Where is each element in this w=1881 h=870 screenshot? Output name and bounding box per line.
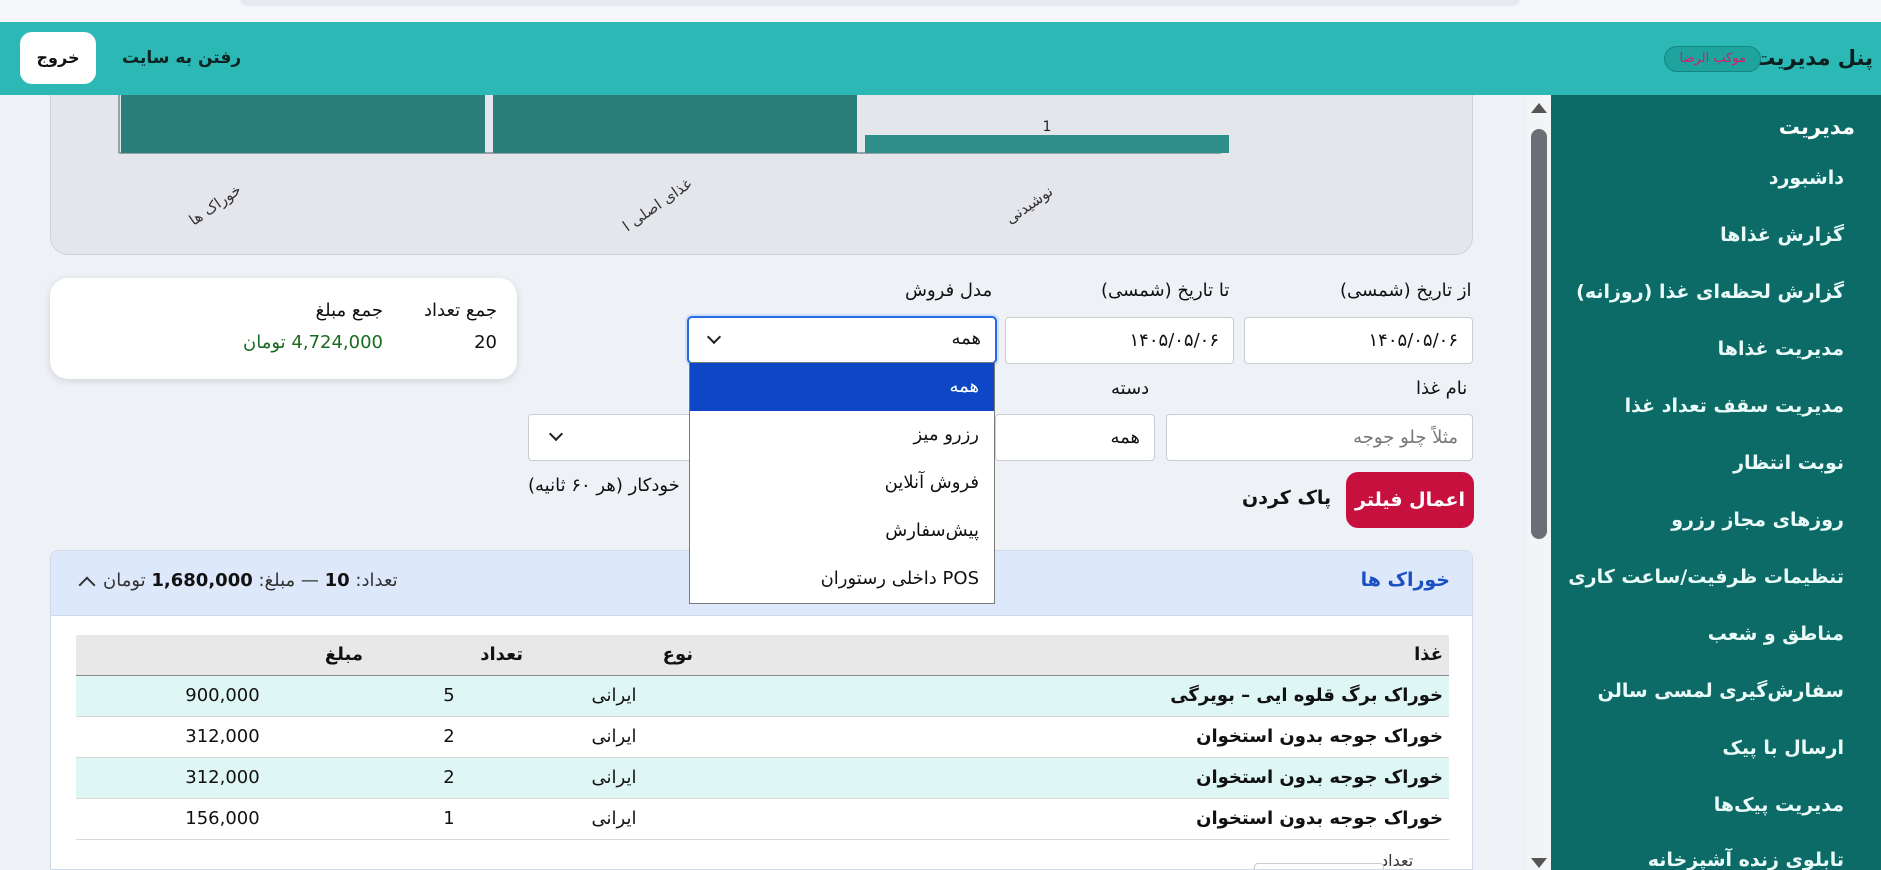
table-row: خوراک جوجه بدون استخوان ایرانی 2 312,000 [76,757,1449,799]
option-preorder[interactable]: پیش‌سفارش [690,507,994,555]
option-all[interactable]: همه [690,363,994,411]
option-table-reservation[interactable]: رزرو میز [690,411,994,459]
browser-strip [0,0,1881,22]
sidebar-item-regions[interactable]: مناطق و شعب [1708,623,1844,645]
pager-input[interactable] [1254,863,1384,869]
cell-amount: 900,000 [76,675,369,717]
sale-model-select[interactable]: همه [687,316,997,364]
chart-data-label: 1 [1043,119,1052,135]
top-header: پنل مدیریت موکب الرضا رفتن به سایت خروج [0,22,1881,95]
chart-category-label: غذای اصلی ا [619,175,695,236]
cell-type: ایرانی [529,798,699,840]
auto-refresh-label: خودکار (هر ۶۰ ثانیه) [528,475,680,496]
sidebar: مدیریت داشبورد گزارش غذاها گزارش لحظه‌ای… [1551,95,1881,870]
sale-model-label: مدل فروش [905,280,993,301]
summary-card: جمع تعداد جمع مبلغ 20 4,724,000 تومان [50,278,517,379]
cell-food: خوراک جوجه بدون استخوان [699,716,1449,758]
pager-label: تعداد [1381,851,1414,870]
sidebar-item-courier-delivery[interactable]: ارسال با پیک [1722,737,1844,759]
sidebar-item-dashboard[interactable]: داشبورد [1769,167,1844,189]
cell-qty: 5 [369,675,529,717]
sidebar-item-live-food-report[interactable]: گزارش لحظه‌ای غذا (روزانه) [1576,281,1844,303]
chart-bar [865,135,1229,153]
table-header-row: غذا نوع تعداد مبلغ [76,635,1449,676]
sum-amount-label: جمع مبلغ [315,300,383,321]
stats-amount-label: — مبلغ: [258,570,319,591]
option-pos[interactable]: POS داخلی رستوران [690,555,994,603]
to-date-input[interactable]: ۱۴۰۵/۰۵/۰۶ [1005,317,1234,364]
stats-count: 10 [324,570,350,591]
from-date-label: از تاریخ (شمسی) [1340,280,1472,301]
option-online-sale[interactable]: فروش آنلاین [690,459,994,507]
food-name-label: نام غذا [1416,378,1468,399]
category-label: دسته [1111,378,1150,399]
col-food[interactable]: غذا [699,635,1449,676]
chevron-up-icon[interactable] [78,576,96,594]
apply-filter-button[interactable]: اعمال فیلتر [1346,472,1474,528]
to-date-label: تا تاریخ (شمسی) [1101,280,1230,301]
chart-svg: خوراک ها غذای اصلی ا 1 نوشیدنی [118,95,1229,236]
chevron-down-icon [706,329,722,345]
page-scrollbar[interactable] [1527,95,1551,870]
food-name-input[interactable]: مثلاً چلو جوجه [1166,414,1473,461]
from-date-input[interactable]: ۱۴۰۵/۰۵/۰۶ [1244,317,1473,364]
sidebar-item-manage-foods[interactable]: مدیریت غذاها [1718,338,1844,360]
category-chart: خوراک ها غذای اصلی ا 1 نوشیدنی [50,95,1473,255]
col-qty[interactable]: تعداد [369,635,529,676]
cell-type: ایرانی [529,716,699,758]
go-to-site-link[interactable]: رفتن به سایت [122,48,241,68]
cell-food: خوراک برگ قلوه ایی – بویرگی [699,675,1449,717]
sidebar-item-food-report[interactable]: گزارش غذاها [1720,224,1844,246]
clear-button[interactable]: پاک کردن [1242,487,1331,509]
cell-food: خوراک جوجه بدون استخوان [699,757,1449,799]
logout-button[interactable]: خروج [20,32,96,84]
category-select[interactable]: همه [995,414,1155,461]
stats-count-label: تعداد: [355,570,398,591]
chart-bar [493,95,857,153]
stats-currency: تومان [103,570,146,591]
cell-amount: 312,000 [76,757,369,799]
sidebar-item-capacity-settings[interactable]: تنظیمات ظرفیت/ساعت کاری [1568,566,1844,588]
cell-type: ایرانی [529,675,699,717]
sum-count-value: 20 [474,332,497,353]
sale-model-dropdown: همه رزرو میز فروش آنلاین پیش‌سفارش POS د… [689,362,995,604]
sidebar-item-manage-couriers[interactable]: مدیریت پیک‌ها [1714,794,1844,816]
section-title: خوراک ها [1360,569,1450,591]
brand-badge: موکب الرضا [1664,46,1761,72]
address-bar[interactable] [240,0,1520,6]
col-type[interactable]: نوع [529,635,699,676]
chart-category-label: نوشیدنی [1002,182,1056,227]
table-row: خوراک برگ قلوه ایی – بویرگی ایرانی 5 900… [76,675,1449,717]
sum-count-label: جمع تعداد [424,300,497,321]
foods-table: غذا نوع تعداد مبلغ خوراک برگ قلوه ایی – … [76,635,1449,840]
cell-amount: 312,000 [76,716,369,758]
chart-category-label: خوراک ها [186,181,245,230]
cell-amount: 156,000 [76,798,369,840]
scroll-up-arrow-icon[interactable] [1531,103,1547,113]
chevron-down-icon [548,426,564,442]
scroll-down-arrow-icon[interactable] [1531,858,1547,868]
chart-bar [121,95,485,153]
sum-amount-value: 4,724,000 تومان [243,332,383,353]
cell-qty: 2 [369,716,529,758]
col-amount[interactable]: مبلغ [76,635,369,676]
section-stats: تعداد: 10 — مبلغ: 1,680,000 تومان [103,570,398,591]
sidebar-item-queue[interactable]: نوبت انتظار [1733,452,1844,474]
cell-qty: 2 [369,757,529,799]
cell-qty: 1 [369,798,529,840]
sidebar-item-booking-days[interactable]: روزهای مجاز رزرو [1671,509,1844,531]
sidebar-heading: مدیریت [1778,115,1855,139]
brand-title: پنل مدیریت [1754,46,1873,70]
table-row: خوراک جوجه بدون استخوان ایرانی 1 156,000 [76,798,1449,840]
table-row: خوراک جوجه بدون استخوان ایرانی 2 312,000 [76,716,1449,758]
stats-amount: 1,680,000 [151,570,253,591]
sidebar-item-touch-ordering[interactable]: سفارش‌گیری لمسی سالن [1598,680,1844,702]
sale-model-value: همه [951,328,981,349]
sidebar-item-kitchen-board[interactable]: تابلوی زنده آشپزخانه [1648,849,1844,870]
cell-food: خوراک جوجه بدون استخوان [699,798,1449,840]
scroll-thumb[interactable] [1531,129,1547,539]
cell-type: ایرانی [529,757,699,799]
sidebar-item-food-limits[interactable]: مدیریت سقف تعداد غذا [1625,395,1844,417]
